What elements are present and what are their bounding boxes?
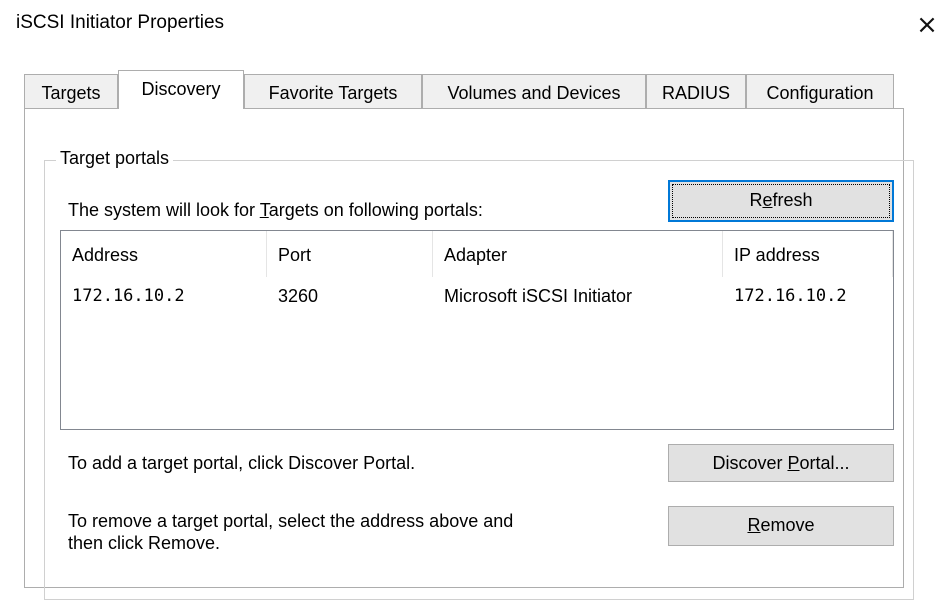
remove-portal-hint: To remove a target portal, select the ad… — [68, 510, 513, 554]
column-header-ip-address[interactable]: IP address — [723, 231, 893, 277]
tab-targets[interactable]: Targets — [24, 74, 118, 110]
list-header: Address Port Adapter IP address — [61, 231, 893, 277]
tab-configuration[interactable]: Configuration — [746, 74, 894, 110]
cell-adapter: Microsoft iSCSI Initiator — [444, 286, 633, 306]
close-icon[interactable]: × — [910, 6, 944, 44]
column-header-port[interactable]: Port — [267, 231, 433, 277]
discover-portal-button[interactable]: Discover Portal... — [668, 444, 894, 482]
target-portals-list[interactable]: Address Port Adapter IP address 172.16.1… — [60, 230, 894, 430]
tab-favorite-targets[interactable]: Favorite Targets — [244, 74, 422, 110]
tab-radius[interactable]: RADIUS — [646, 74, 746, 110]
table-row[interactable]: 172.16.10.2 3260 Microsoft iSCSI Initiat… — [61, 279, 893, 313]
column-header-address[interactable]: Address — [61, 231, 267, 277]
focus-rect — [672, 184, 890, 218]
tab-volumes-and-devices[interactable]: Volumes and Devices — [422, 74, 646, 110]
cell-port: 3260 — [278, 286, 319, 306]
title-bar: iSCSI Initiator Properties × — [0, 0, 944, 56]
remove-hint-line-1: To remove a target portal, select the ad… — [68, 511, 514, 531]
column-header-adapter[interactable]: Adapter — [433, 231, 723, 277]
refresh-button[interactable]: Refresh — [668, 180, 894, 222]
cell-address: 172.16.10.2 — [72, 286, 185, 306]
portals-intro-text: The system will look for Targets on foll… — [68, 200, 483, 220]
add-portal-hint: To add a target portal, click Discover P… — [68, 453, 416, 473]
remove-button[interactable]: Remove — [668, 506, 894, 546]
window-title: iSCSI Initiator Properties — [16, 12, 225, 33]
tab-discovery[interactable]: Discovery — [118, 70, 244, 109]
target-portals-label: Target portals — [56, 148, 174, 169]
cell-ip-address: 172.16.10.2 — [734, 286, 847, 306]
remove-hint-line-2: then click Remove. — [68, 533, 221, 553]
